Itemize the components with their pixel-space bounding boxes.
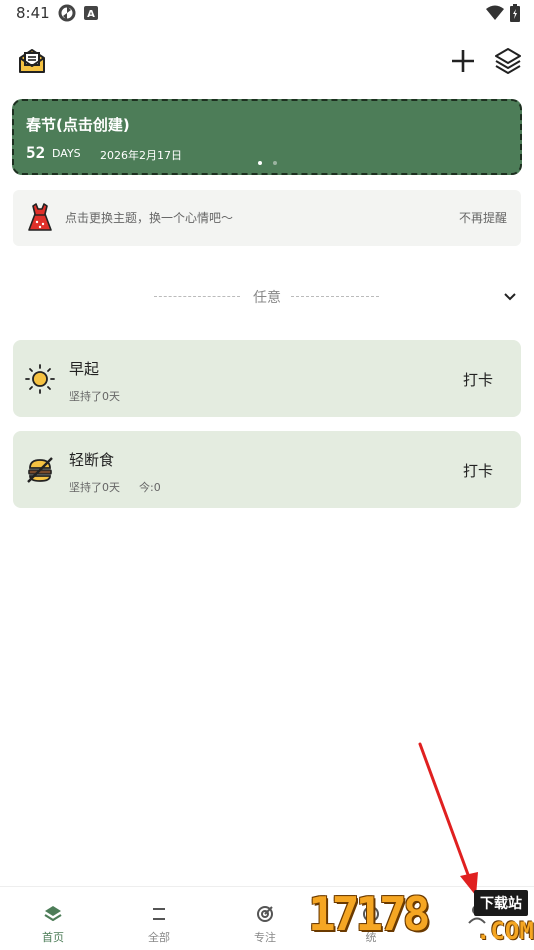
a-badge-icon: A <box>84 6 98 20</box>
annotation-arrow <box>418 742 478 896</box>
nav-item-all[interactable]: 全部 <box>106 887 212 950</box>
countdown-title: 春节(点击创建) <box>26 116 130 134</box>
habit-card-fasting[interactable]: 轻断食 坚持了0天 今:0 打卡 <box>13 431 521 508</box>
habit-streak: 坚持了0天 <box>69 390 120 403</box>
nav-item-focus[interactable]: 专注 <box>212 887 318 950</box>
nav-item-profile[interactable] <box>424 887 530 950</box>
pager-dot-active <box>258 161 262 165</box>
category-label[interactable]: 任意 <box>253 287 281 307</box>
status-bar: 8:41 A <box>0 0 534 28</box>
theme-tip-banner[interactable]: 点击更换主题，换一个心情吧～ 不再提醒 <box>13 190 521 246</box>
svg-text:A: A <box>87 9 95 20</box>
habit-name: 早起 <box>69 360 100 378</box>
countdown-date: 2026年2月17日 <box>100 149 182 162</box>
theme-tip-text: 点击更换主题，换一个心情吧～ <box>65 211 234 225</box>
bottom-nav: 首页 全部 专注 统 <box>0 886 534 950</box>
list-icon <box>153 908 165 920</box>
burger-off-icon <box>27 457 53 483</box>
nav-item-stats[interactable]: 统 <box>318 887 424 950</box>
countdown-card[interactable]: 春节(点击创建) 52 DAYS 2026年2月17日 <box>12 99 522 175</box>
nav-label: 首页 <box>42 931 64 944</box>
battery-icon <box>510 4 520 22</box>
check-in-button[interactable]: 打卡 <box>463 369 493 390</box>
habit-name: 轻断食 <box>69 451 115 469</box>
status-time: 8:41 <box>16 4 50 22</box>
home-stack-icon <box>44 906 62 922</box>
divider-left <box>154 296 240 297</box>
target-icon <box>257 906 273 922</box>
wifi-icon <box>486 5 504 20</box>
sync-icon <box>58 4 76 22</box>
divider-right <box>291 296 379 297</box>
countdown-unit: DAYS <box>52 147 81 160</box>
profile-icon <box>468 905 486 924</box>
nav-label: 全部 <box>148 931 170 944</box>
nav-label: 专注 <box>254 931 276 944</box>
chevron-down-icon[interactable] <box>502 289 518 305</box>
habit-card-early-rise[interactable]: 早起 坚持了0天 打卡 <box>13 340 521 417</box>
dont-remind-button[interactable]: 不再提醒 <box>459 209 507 226</box>
nav-label: 统 <box>365 931 377 944</box>
check-in-button[interactable]: 打卡 <box>463 460 493 481</box>
dress-icon <box>28 203 52 231</box>
status-right-group <box>486 4 520 22</box>
pager-dot <box>273 161 277 165</box>
countdown-days: 52 <box>26 143 46 162</box>
nav-item-home[interactable]: 首页 <box>0 887 106 950</box>
chart-icon <box>363 906 379 922</box>
mail-open-icon[interactable] <box>18 47 46 75</box>
habit-today-count: 今:0 <box>139 481 161 494</box>
layers-icon[interactable] <box>494 46 522 76</box>
habit-streak: 坚持了0天 <box>69 481 120 494</box>
sun-icon <box>25 364 55 394</box>
plus-icon[interactable] <box>448 46 478 76</box>
